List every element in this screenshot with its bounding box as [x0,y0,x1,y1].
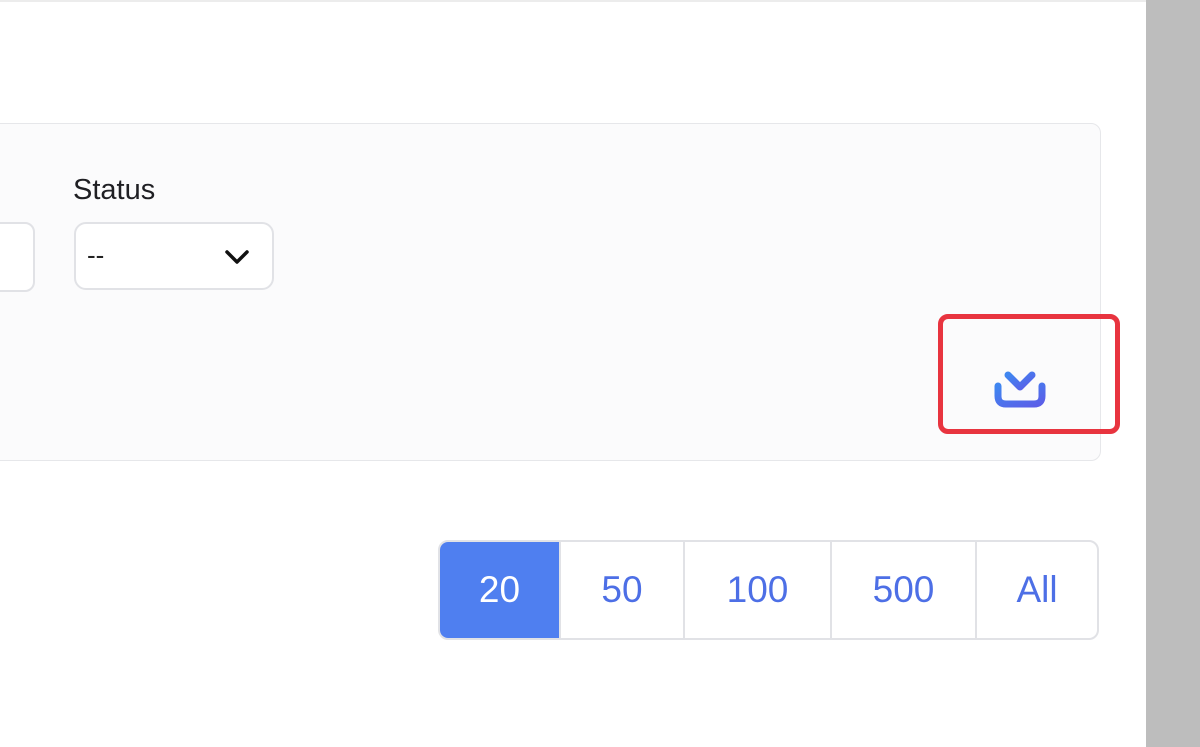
status-select-value: -- [87,240,105,270]
status-label: Status [73,174,156,206]
page-size-option-50[interactable]: 50 [561,542,685,638]
page-size-option-100[interactable]: 100 [685,542,832,638]
page-top-border [0,0,1146,2]
download-button[interactable] [975,343,1065,423]
page-size-option-500[interactable]: 500 [832,542,977,638]
status-select[interactable]: -- [74,222,274,290]
download-icon [994,356,1046,408]
page-size-selector: 20 50 100 500 All [438,540,1099,640]
scrollbar[interactable] [1146,0,1200,747]
page-size-option-20[interactable]: 20 [440,542,561,638]
filter-panel [0,123,1101,461]
chevron-down-icon [225,250,249,264]
page-size-option-all[interactable]: All [977,542,1097,638]
page: Status -- 20 50 100 500 All [0,0,1146,747]
previous-filter-field[interactable] [0,222,35,292]
